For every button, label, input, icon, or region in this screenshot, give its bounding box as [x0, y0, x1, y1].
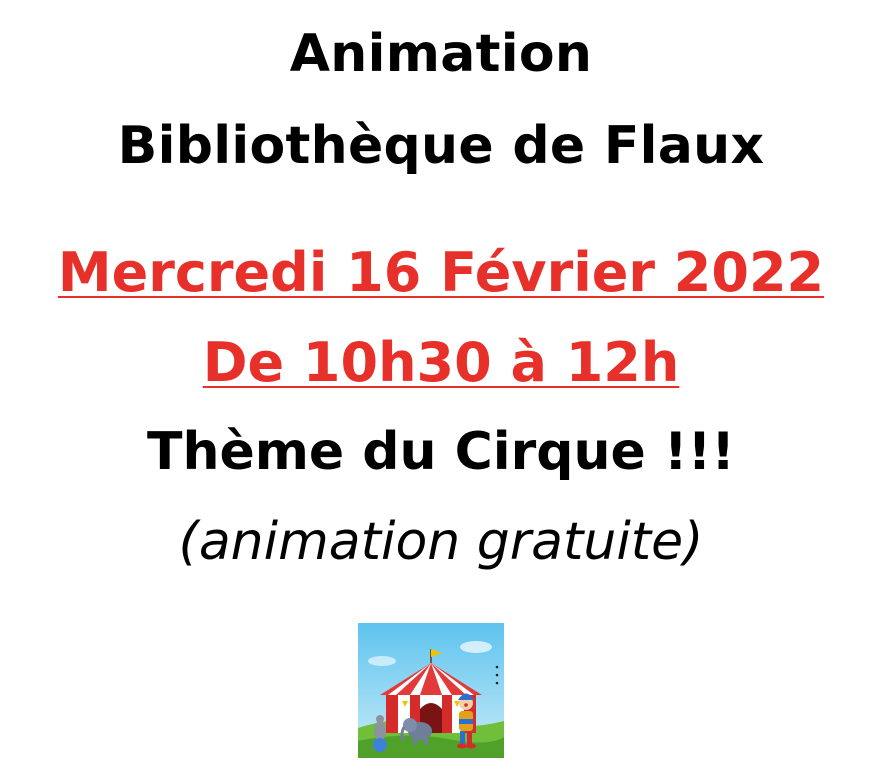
event-note: (animation gratuite): [178, 512, 704, 572]
circus-tent-clown-icon: [358, 623, 504, 758]
event-theme: Thème du Cirque !!!: [146, 422, 736, 482]
heading-line-1: Animation: [289, 24, 593, 84]
event-date: Mercredi 16 Février 2022: [57, 241, 825, 304]
heading-line-2: Bibliothèque de Flaux: [117, 116, 765, 176]
event-time: De 10h30 à 12h: [202, 331, 680, 394]
